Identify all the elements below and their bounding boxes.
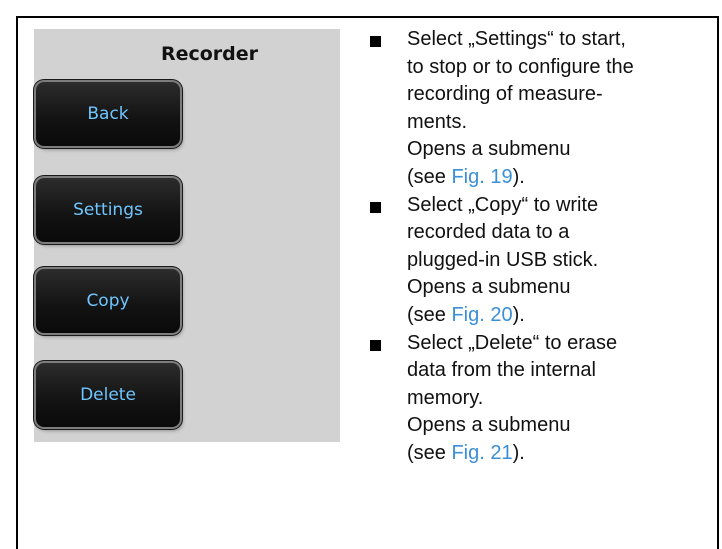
bullet-ref-line: (see Fig. 20).: [407, 302, 714, 330]
delete-button-label: Delete: [80, 385, 136, 405]
frame-left-border: [16, 16, 18, 549]
settings-button[interactable]: Settings: [36, 178, 180, 242]
copy-button-label: Copy: [86, 291, 130, 311]
bullet-item-copy: Select „Copy“ to write recorded data to …: [369, 192, 714, 330]
ref-suffix: ).: [512, 165, 525, 188]
ref-suffix: ).: [512, 441, 525, 464]
bullet-line: to stop or to configure the: [407, 55, 634, 78]
bullet-item-delete: Select „Delete“ to erase data from the i…: [369, 330, 714, 468]
bullet-line: Select „Settings“ to start,: [407, 28, 626, 50]
back-button[interactable]: Back: [36, 82, 180, 146]
bullet-line: Opens a submenu: [407, 414, 571, 437]
recorder-screen: Recorder Back Settings Copy Delete: [34, 29, 340, 442]
fig-20-link[interactable]: Fig. 20: [451, 304, 512, 326]
delete-button[interactable]: Delete: [36, 363, 180, 427]
bullet-list: Select „Settings“ to start, to stop or t…: [369, 26, 714, 468]
bullet-square-icon: [370, 339, 381, 351]
bullet-item-settings: Select „Settings“ to start, to stop or t…: [369, 26, 714, 192]
bullet-line: Select „Copy“ to write: [407, 193, 599, 216]
frame-top-border: [16, 16, 719, 18]
back-button-label: Back: [87, 104, 129, 124]
bullet-line: Opens a submenu: [407, 276, 571, 299]
ref-prefix: (see: [407, 165, 452, 188]
bullet-ref-line: (see Fig. 21).: [407, 440, 714, 468]
settings-button-label: Settings: [73, 200, 143, 220]
bullet-line: plugged-in USB stick.: [407, 248, 599, 271]
ref-prefix: (see: [407, 303, 452, 326]
recorder-title: Recorder: [160, 43, 258, 65]
bullet-line: Opens a submenu: [407, 138, 571, 161]
bullet-line: memory.: [407, 386, 484, 409]
ref-prefix: (see: [407, 441, 452, 464]
bullet-square-icon: [370, 201, 381, 213]
bullet-line: Select „Delete“ to erase: [407, 331, 618, 354]
frame-right-border: [717, 16, 719, 549]
fig-19-link[interactable]: Fig. 19: [451, 166, 512, 188]
bullet-line: recording of measure-: [407, 83, 603, 106]
bullet-line: data from the internal: [407, 359, 596, 382]
ref-suffix: ).: [512, 303, 525, 326]
copy-button[interactable]: Copy: [36, 269, 180, 333]
bullet-line: recorded data to a: [407, 221, 570, 244]
bullet-ref-line: (see Fig. 19).: [407, 164, 714, 192]
bullet-line: ments.: [407, 110, 468, 133]
fig-21-link[interactable]: Fig. 21: [451, 442, 512, 464]
bullet-square-icon: [370, 36, 381, 47]
